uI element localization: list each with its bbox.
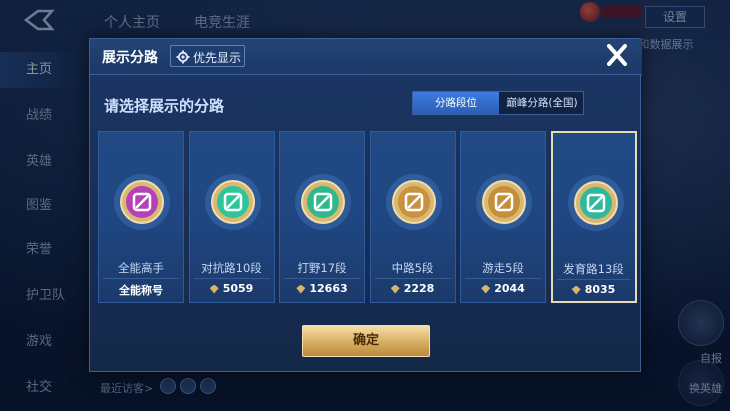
lane-card[interactable]: 发育路13段 8035 bbox=[550, 131, 637, 303]
lane-card[interactable]: 全能高手 全能称号 bbox=[98, 131, 184, 303]
lane-card[interactable]: 中路5段 2228 bbox=[369, 131, 456, 303]
lane-score-value: 2044 bbox=[494, 282, 525, 295]
lane-emblem-icon bbox=[566, 173, 626, 233]
score-coin-icon bbox=[390, 284, 400, 294]
lane-name: 全能高手 bbox=[118, 261, 164, 275]
divider bbox=[465, 278, 541, 279]
lane-emblem-icon bbox=[384, 172, 444, 232]
lane-mode-toggle: 分路段位 巅峰分路(全国) bbox=[412, 91, 584, 115]
lane-card[interactable]: 对抗路10段 5059 bbox=[188, 131, 275, 303]
lane-emblem-icon bbox=[112, 172, 172, 232]
divider bbox=[193, 278, 270, 279]
close-icon bbox=[607, 44, 627, 66]
divider bbox=[374, 278, 451, 279]
toggle-peak-lane[interactable]: 巅峰分路(全国) bbox=[499, 92, 585, 114]
lane-score: 2228 bbox=[371, 282, 455, 295]
lane-name: 打野17段 bbox=[297, 261, 347, 275]
priority-display-label: 优先显示 bbox=[193, 51, 242, 65]
lane-score-value: 5059 bbox=[222, 282, 254, 295]
score-coin-icon bbox=[571, 285, 581, 295]
lane-emblem-icon bbox=[293, 172, 353, 232]
lane-score: 8035 bbox=[553, 283, 635, 296]
display-lane-dialog: 展示分路 优先显示 请选择展示的分路 分路段位 巅峰分路(全国) 全能高手 全能… bbox=[89, 38, 642, 372]
dialog-title: 展示分路 bbox=[102, 50, 158, 66]
lane-score: 2044 bbox=[461, 282, 545, 295]
lane-score-value: 全能称号 bbox=[119, 284, 163, 297]
score-coin-icon bbox=[481, 284, 491, 294]
lane-score: 全能称号 bbox=[99, 282, 183, 298]
divider bbox=[284, 278, 360, 279]
lane-score: 5059 bbox=[190, 282, 274, 295]
priority-display-button[interactable]: 优先显示 bbox=[170, 45, 245, 67]
lane-card[interactable]: 打野17段 12663 bbox=[279, 131, 365, 303]
lane-score-value: 8035 bbox=[584, 283, 616, 296]
lane-score-value: 2228 bbox=[403, 282, 435, 295]
divider bbox=[103, 278, 179, 279]
score-coin-icon bbox=[209, 284, 219, 294]
dialog-prompt: 请选择展示的分路 bbox=[104, 97, 225, 115]
lane-emblem-icon bbox=[203, 172, 263, 232]
dialog-header: 展示分路 优先显示 bbox=[90, 39, 642, 75]
gear-icon bbox=[176, 49, 190, 64]
score-coin-icon bbox=[296, 284, 306, 294]
confirm-button[interactable]: 确定 bbox=[302, 325, 430, 357]
close-button[interactable] bbox=[600, 41, 634, 71]
lane-emblem-icon bbox=[474, 172, 534, 232]
lane-name: 中路5段 bbox=[391, 261, 434, 275]
toggle-lane-rank[interactable]: 分路段位 bbox=[413, 92, 499, 114]
lane-card[interactable]: 游走5段 2044 bbox=[460, 131, 546, 303]
lane-score: 12663 bbox=[280, 282, 364, 295]
lane-score-value: 12663 bbox=[309, 282, 348, 295]
divider bbox=[556, 279, 631, 280]
lane-name: 游走5段 bbox=[482, 261, 524, 275]
lane-name: 发育路13段 bbox=[563, 262, 624, 276]
lane-name: 对抗路10段 bbox=[201, 261, 262, 275]
